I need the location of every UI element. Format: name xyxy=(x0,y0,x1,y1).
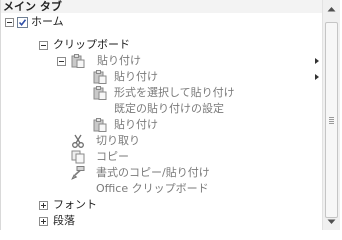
tree-label-office-clipboard: Office クリップボード xyxy=(96,182,209,195)
tree-label-format-painter: 書式のコピー/貼り付け xyxy=(96,166,210,179)
tree-node-home[interactable]: ホーム xyxy=(5,14,64,30)
tree-node-paste[interactable]: 貼り付け xyxy=(93,69,158,85)
tree-node-paste-2[interactable]: 貼り付け xyxy=(93,117,158,133)
submenu-arrow-icon xyxy=(315,58,319,64)
tree-node-cut[interactable]: 切り取り xyxy=(71,133,140,149)
collapse-clipboard-icon[interactable] xyxy=(39,40,48,50)
chevron-up-icon xyxy=(327,6,336,11)
tree-label-font: フォント xyxy=(53,198,97,211)
expand-paragraph-icon[interactable] xyxy=(39,216,48,226)
expand-font-icon[interactable] xyxy=(39,200,48,210)
paste-icon xyxy=(71,54,85,68)
tree-label-copy: コピー xyxy=(96,150,129,163)
grip-line xyxy=(329,117,334,118)
tree-node-paragraph[interactable]: 段落 xyxy=(39,213,75,229)
collapse-home-icon[interactable] xyxy=(5,17,14,27)
copy-icon xyxy=(71,150,85,164)
chevron-down-icon xyxy=(327,219,336,224)
scroll-thumb[interactable] xyxy=(325,22,338,218)
checkmark-icon xyxy=(18,18,27,26)
tree-label-paste: 貼り付け xyxy=(114,70,158,83)
paste-icon xyxy=(93,118,107,132)
paste-special-icon xyxy=(93,86,107,100)
checkbox-home[interactable] xyxy=(17,16,28,28)
tree-node-paste-group[interactable]: 貼り付け xyxy=(57,53,141,69)
scissors-icon xyxy=(71,134,85,148)
ribbon-tree: ホーム クリップボード 貼り付け 貼り付け 形式を選択して貼り付け 既定の貼り付… xyxy=(1,13,319,230)
tree-node-office-clipboard[interactable]: Office クリップボード xyxy=(96,181,209,197)
tree-label-paste-special: 形式を選択して貼り付け xyxy=(114,86,235,99)
tree-node-paste-special[interactable]: 形式を選択して貼り付け xyxy=(93,85,235,101)
scroll-up-button[interactable] xyxy=(323,0,340,17)
grip-line xyxy=(329,119,334,120)
tree-label-paste-group: 貼り付け xyxy=(97,54,141,67)
panel-header: メイン タブ xyxy=(1,0,331,13)
scroll-down-button[interactable] xyxy=(323,213,340,230)
tree-node-format-painter[interactable]: 書式のコピー/貼り付け xyxy=(71,165,210,181)
submenu-arrow-icon xyxy=(315,74,319,80)
customize-ribbon-tree-panel: メイン タブ ホーム クリップボード 貼り付け 貼り付け 形式を選択して貼り付け… xyxy=(0,0,342,230)
tree-node-clipboard[interactable]: クリップボード xyxy=(39,37,130,53)
vertical-scrollbar[interactable] xyxy=(322,0,340,230)
tree-label-paste-2: 貼り付け xyxy=(114,118,158,131)
tree-node-set-default-paste[interactable]: 既定の貼り付けの設定 xyxy=(114,101,224,117)
tree-node-font[interactable]: フォント xyxy=(39,197,97,213)
tree-label-clipboard: クリップボード xyxy=(53,38,130,51)
paste-icon xyxy=(93,70,107,84)
collapse-paste-group-icon[interactable] xyxy=(57,56,66,66)
tree-node-copy[interactable]: コピー xyxy=(71,149,129,165)
tree-label-cut: 切り取り xyxy=(96,134,140,147)
format-painter-icon xyxy=(71,166,85,180)
tree-label-home: ホーム xyxy=(31,15,64,28)
grip-line xyxy=(329,121,334,122)
tree-label-paragraph: 段落 xyxy=(53,214,75,227)
grip-line xyxy=(329,123,334,124)
tree-label-set-default-paste: 既定の貼り付けの設定 xyxy=(114,102,224,115)
